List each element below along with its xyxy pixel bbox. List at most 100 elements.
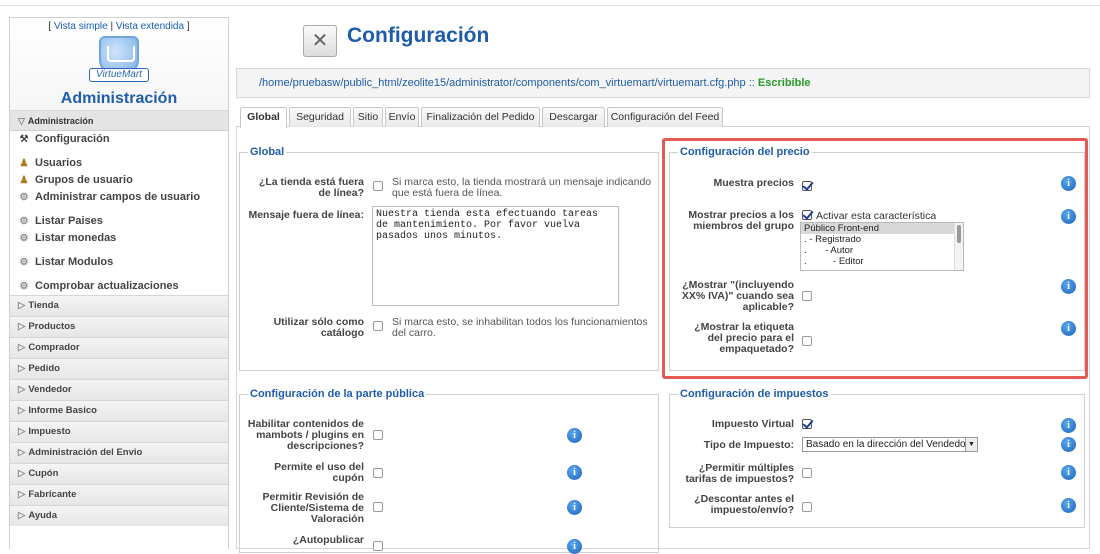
price-highlight-box — [662, 138, 1088, 379]
sidebar-item-campos[interactable]: ⚙ Administrar campos de usuario — [10, 189, 228, 206]
catalog-checkbox[interactable] — [373, 321, 383, 331]
chevron-right-icon: ▷ — [18, 447, 26, 458]
mambots-label: Habilitar contenidos de mambots / plugin… — [247, 418, 364, 452]
tab-finalizacion[interactable]: Finalización del Pedido — [421, 107, 540, 127]
virtual-tax-checkbox[interactable] — [802, 419, 812, 429]
sidebar-item-actualizaciones[interactable]: ⚙ Comprobar actualizaciones — [10, 278, 228, 295]
info-icon[interactable]: i — [1061, 465, 1076, 480]
multi-tax-label: ¿Permitir múltiples tarifas de impuestos… — [685, 462, 794, 485]
sidebar-item-modulos[interactable]: ⚙ Listar Modulos — [10, 254, 228, 271]
chevron-right-icon: ▷ — [18, 384, 26, 395]
chevron-down-icon: ▼ — [965, 438, 977, 451]
sidebar-category-productos[interactable]: ▷ Productos — [10, 316, 228, 337]
discount-before-tax-checkbox[interactable] — [802, 502, 812, 512]
tab-sitio[interactable]: Sitio — [353, 107, 383, 127]
coupon-checkbox[interactable] — [373, 468, 383, 478]
config-file-path: /home/pruebasw/public_html/zeolite15/adm… — [259, 77, 746, 89]
gear-icon: ⚙ — [19, 233, 29, 244]
info-icon[interactable]: i — [1061, 498, 1076, 513]
gear-icon: ⚙ — [19, 192, 29, 203]
sidebar-category-envio[interactable]: ▷ Administración del Envio — [10, 442, 228, 463]
chevron-right-icon: ▷ — [18, 405, 26, 416]
sidebar: [ Vista simple | Vista extendida ] Virtu… — [9, 17, 229, 549]
chevron-right-icon: ▷ — [18, 342, 26, 353]
gear-icon: ⚙ — [19, 216, 29, 227]
virtual-tax-label: Impuesto Virtual — [711, 418, 794, 430]
tab-descargar[interactable]: Descargar — [542, 107, 605, 127]
path-separator: :: — [748, 77, 755, 89]
sidebar-category-comprador[interactable]: ▷ Comprador — [10, 337, 228, 358]
gear-icon: ⚙ — [19, 257, 29, 268]
sidebar-category-vendedor[interactable]: ▷ Vendedor — [10, 379, 228, 400]
info-icon[interactable]: i — [567, 428, 582, 443]
sidebar-section-administracion[interactable]: ▽ Administración — [10, 111, 228, 131]
mambots-checkbox[interactable] — [373, 430, 383, 440]
autopublish-checkbox[interactable] — [373, 541, 383, 551]
simple-view-link[interactable]: Vista simple — [54, 21, 108, 32]
writable-status: Escribible — [757, 77, 811, 89]
info-icon[interactable]: i — [1061, 437, 1076, 452]
sidebar-category-cupon[interactable]: ▷ Cupón — [10, 463, 228, 484]
offline-message-label: Mensaje fuera de línea: — [248, 209, 364, 221]
logo-text: VirtueMart — [89, 68, 149, 82]
page-title: Configuración — [347, 24, 490, 47]
review-label: Permitir Revisión de Cliente/Sistema de … — [262, 491, 364, 525]
users-icon: ♟ — [19, 175, 29, 186]
info-icon[interactable]: i — [567, 500, 582, 515]
autopublish-label: ¿Autopublicar — [292, 534, 364, 546]
tax-type-label: Tipo de Impuesto: — [703, 439, 794, 451]
virtuemart-logo: VirtueMart — [79, 34, 159, 88]
offline-label: ¿La tienda está fuera de línea? — [258, 176, 364, 199]
chevron-right-icon: ▷ — [18, 489, 26, 500]
sidebar-header: [ Vista simple | Vista extendida ] Virtu… — [10, 18, 228, 111]
chevron-right-icon: ▷ — [18, 468, 26, 479]
review-checkbox[interactable] — [373, 502, 383, 512]
multi-tax-checkbox[interactable] — [802, 468, 812, 478]
chevron-right-icon: ▷ — [18, 426, 26, 437]
sidebar-item-configuracion[interactable]: ⚒ Configuración — [10, 131, 228, 148]
chevron-right-icon: ▷ — [18, 321, 26, 332]
sidebar-category-fabricante[interactable]: ▷ Fabricante — [10, 484, 228, 505]
catalog-description: Si marca esto, se inhabilitan todos los … — [392, 316, 648, 339]
chevron-right-icon: ▷ — [18, 363, 26, 374]
coupon-label: Permite el uso del cupón — [274, 461, 364, 484]
sidebar-category-ayuda[interactable]: ▷ Ayuda — [10, 505, 228, 526]
sidebar-item-monedas[interactable]: ⚙ Listar monedas — [10, 230, 228, 247]
sidebar-category-informe[interactable]: ▷ Informe Basico — [10, 400, 228, 421]
tax-legend: Configuración de impuestos — [680, 388, 829, 400]
info-icon[interactable]: i — [1061, 418, 1076, 433]
users-icon: ♟ — [19, 158, 29, 169]
info-icon[interactable]: i — [567, 465, 582, 480]
chevron-right-icon: ▷ — [18, 510, 26, 521]
offline-message-textarea[interactable]: Nuestra tienda esta efectuando tareas de… — [372, 206, 619, 306]
public-legend: Configuración de la parte pública — [250, 388, 425, 400]
catalog-label: Utilizar sólo como catálogo — [273, 316, 364, 339]
offline-description: Si marca esto, la tienda mostrará un men… — [392, 176, 652, 199]
info-icon[interactable]: i — [567, 539, 582, 554]
sidebar-category-impuesto[interactable]: ▷ Impuesto — [10, 421, 228, 442]
extended-view-link[interactable]: Vista extendida — [116, 21, 184, 32]
sidebar-item-grupos[interactable]: ♟ Grupos de usuario — [10, 172, 228, 189]
tab-feed[interactable]: Configuración del Feed — [607, 107, 723, 127]
chevron-right-icon: ▷ — [18, 300, 26, 311]
tools-icon: ✕ — [303, 25, 337, 57]
global-legend: Global — [250, 146, 285, 158]
discount-before-tax-label: ¿Descontar antes el impuesto/envío? — [694, 493, 794, 516]
sidebar-item-paises[interactable]: ⚙ Listar Paises — [10, 213, 228, 230]
gear-icon: ⚙ — [19, 281, 29, 292]
sidebar-item-usuarios[interactable]: ♟ Usuarios — [10, 155, 228, 172]
view-switch: [ Vista simple | Vista extendida ] — [48, 21, 190, 32]
tab-seguridad[interactable]: Seguridad — [289, 107, 351, 127]
wrench-icon: ⚒ — [19, 134, 29, 145]
offline-checkbox[interactable] — [373, 181, 383, 191]
sidebar-category-pedido[interactable]: ▷ Pedido — [10, 358, 228, 379]
sidebar-category-tienda[interactable]: ▷ Tienda — [10, 295, 228, 316]
config-path-bar: /home/pruebasw/public_html/zeolite15/adm… — [236, 68, 1090, 98]
tab-bar: Global Seguridad Sitio Envío Finalizació… — [236, 107, 1090, 128]
tax-type-select[interactable]: Basado en la dirección del Vendedor ▼ — [802, 437, 978, 452]
sidebar-title: Administración — [60, 90, 178, 107]
chevron-down-icon: ▽ — [18, 116, 25, 126]
tab-global[interactable]: Global — [240, 107, 287, 128]
top-divider — [0, 0, 1100, 6]
tab-envio[interactable]: Envío — [385, 107, 419, 127]
